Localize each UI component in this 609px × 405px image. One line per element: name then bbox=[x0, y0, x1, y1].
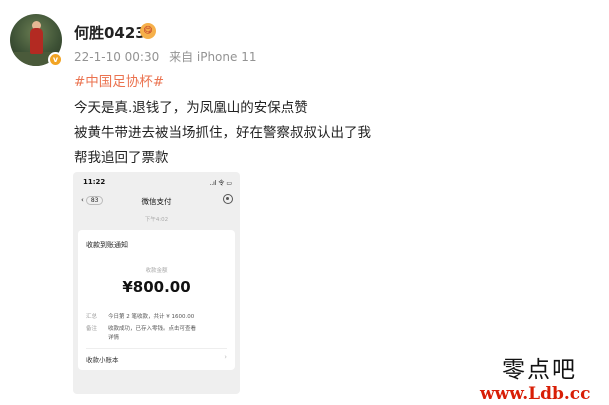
watermark-text: 零点吧 bbox=[502, 357, 577, 383]
settings-gear-icon bbox=[223, 194, 233, 204]
avatar-person-shirt bbox=[30, 28, 43, 54]
card-divider bbox=[86, 348, 227, 349]
attached-payment-screenshot[interactable]: 11:22 ..ıl 令 ▭ 微信支付 ‹ 83 下午4:02 收款到账通知 收款… bbox=[73, 172, 240, 394]
hashtag-link[interactable]: #中国足协杯# bbox=[74, 70, 164, 90]
row-value: 收款成功，已存入零钱。点击可查看 bbox=[108, 326, 197, 332]
row-label: 备注 bbox=[86, 326, 98, 332]
verified-badge-icon: v bbox=[48, 52, 63, 67]
remark-row: 备注 收款成功，已存入零钱。点击可查看 bbox=[86, 324, 196, 332]
post-text-line: 被黄牛带进去被当场抓住，好在警察叔叔认出了我 bbox=[74, 125, 371, 141]
username[interactable]: 何胜0423 bbox=[74, 22, 146, 43]
status-bar-icons: ..ıl 令 ▭ bbox=[209, 180, 232, 187]
row-value: 今日第 2 笔收款，共计 ¥ 1600.00 bbox=[108, 314, 195, 320]
amount-value: ¥800.00 bbox=[122, 278, 191, 296]
post-text-line: 今天是真.退钱了，为凤凰山的安保点赞 bbox=[74, 100, 308, 116]
amount-label: 收款金额 bbox=[145, 268, 168, 274]
row-label: 汇总 bbox=[86, 314, 98, 320]
ledger-link: 收款小账本 bbox=[86, 356, 119, 364]
unread-count-badge: 83 bbox=[85, 196, 104, 205]
chevron-right-icon: › bbox=[224, 353, 227, 361]
status-bar-time: 11:22 bbox=[83, 178, 106, 186]
payment-notification-card: 收款到账通知 收款金额 ¥800.00 汇总 今日第 2 笔收款，共计 ¥ 16… bbox=[78, 230, 235, 370]
post-meta: 22-1-10 00:30 来自 iPhone 11 bbox=[74, 48, 262, 65]
back-button: ‹ 83 bbox=[81, 196, 104, 205]
row-value-continued: 详情 bbox=[108, 335, 120, 341]
user-emoji-badge-icon: 😋 bbox=[140, 23, 156, 39]
message-timestamp: 下午4:02 bbox=[144, 217, 169, 223]
post-source: 来自 iPhone 11 bbox=[169, 50, 257, 64]
watermark-url: www.Ldb.cc bbox=[480, 384, 591, 404]
card-title: 收款到账通知 bbox=[86, 241, 128, 249]
summary-row: 汇总 今日第 2 笔收款，共计 ¥ 1600.00 bbox=[86, 312, 194, 320]
post-timestamp[interactable]: 22-1-10 00:30 bbox=[74, 50, 159, 64]
post-text-line: 帮我追回了票款 bbox=[74, 150, 169, 166]
